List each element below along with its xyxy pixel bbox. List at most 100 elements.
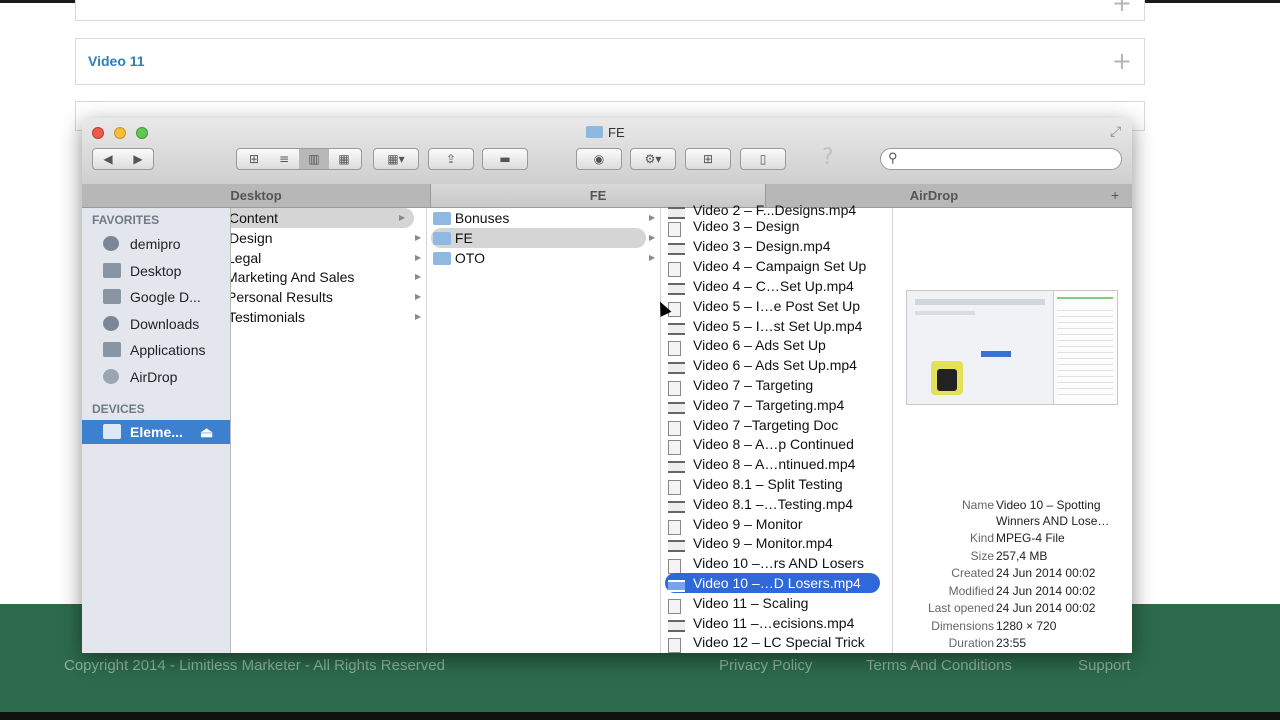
forward-button[interactable]: ▶ (123, 149, 153, 169)
list-item[interactable]: Design ▶ (231, 228, 424, 248)
page-bottom-strip (0, 712, 1280, 720)
list-view-icon[interactable]: ≡ (269, 149, 299, 169)
list-item[interactable]: Testimonials ▶ (231, 307, 423, 327)
list-item[interactable]: Video 6 – Ads Set Up (665, 335, 880, 356)
list-item[interactable]: Video 9 – Monitor.mp4 (665, 533, 880, 553)
list-item[interactable]: Video 8 – A…ntinued.mp4 (665, 454, 880, 474)
document-icon (668, 559, 681, 574)
accordion-item-above[interactable]: + (75, 0, 1145, 21)
video-file-icon (668, 362, 685, 374)
expand-plus-icon[interactable]: + (1112, 49, 1132, 73)
list-item-label: Video 11 – Scaling (693, 595, 809, 611)
list-item[interactable]: Content ▶ (231, 208, 414, 228)
list-item[interactable]: Bonuses ▶ (433, 208, 658, 228)
list-item[interactable]: Marketing And Sales ▶ (231, 267, 421, 287)
sidebar-item-label: Eleme... (130, 424, 183, 440)
list-item-label: Video 7 – Targeting.mp4 (693, 397, 845, 413)
list-item-label: Video 5 – I…st Set Up.mp4 (693, 318, 863, 334)
thumbnail-right-pane (1055, 291, 1117, 404)
sidebar-item-demipro[interactable]: demipro (82, 232, 230, 256)
sidebar-favorites-header: FAVORITES (92, 213, 160, 227)
list-item[interactable]: Video 7 –Targeting Doc (665, 415, 880, 436)
info-label: Modified (948, 584, 994, 598)
column-view-icon[interactable]: ▥ (299, 149, 329, 169)
list-item-label: Testimonials (231, 309, 306, 325)
accordion-label: Video 11 (88, 53, 145, 69)
list-item[interactable]: Video 3 – Design.mp4 (665, 236, 880, 256)
new-tab-plus-icon[interactable]: + (1111, 184, 1119, 206)
action-button[interactable]: ⚙▾ (630, 148, 676, 170)
list-item[interactable]: Video 8.1 –…Testing.mp4 (665, 494, 880, 514)
close-window-button[interactable] (92, 127, 104, 139)
list-item[interactable]: Video 7 – Targeting (665, 375, 880, 396)
list-item[interactable]: Video 9 – Monitor (665, 514, 880, 535)
delete-button[interactable]: ▯ (740, 148, 786, 170)
list-item[interactable]: Video 8.1 – Split Testing (665, 474, 880, 495)
help-icon[interactable]: ? (822, 145, 834, 170)
footer-link-support[interactable]: Support (1078, 657, 1131, 674)
share-button[interactable]: ⇪ (428, 148, 474, 170)
quick-look-button[interactable]: ◉ (576, 148, 622, 170)
info-value: 1280 × 720 (996, 619, 1057, 633)
list-item[interactable]: Video 11 –…ecisions.mp4 (665, 613, 880, 633)
list-item-label: Video 8 – A…ntinued.mp4 (693, 456, 856, 472)
search-input[interactable]: ⚲ (880, 148, 1122, 170)
sidebar-item-label: Downloads (130, 316, 200, 332)
document-icon (668, 599, 681, 614)
finder-sidebar: FAVORITES demipro Desktop Google D... Do… (82, 208, 231, 653)
list-item[interactable]: Legal ▶ (231, 248, 422, 268)
list-item[interactable]: Video 4 – C…Set Up.mp4 (665, 276, 880, 296)
document-icon (668, 480, 681, 495)
list-item-label: Video 6 – Ads Set Up.mp4 (693, 357, 857, 373)
sidebar-item-applications[interactable]: Applications (82, 338, 230, 362)
minimize-window-button[interactable] (114, 127, 126, 139)
list-item-selected[interactable]: Video 10 –…D Losers.mp4 (665, 573, 880, 593)
list-item[interactable]: Video 10 –…rs AND Losers (665, 553, 880, 574)
list-item[interactable]: Personal Results ▶ (231, 287, 422, 307)
video-file-icon (668, 501, 685, 513)
info-value: Video 10 – Spotting (996, 498, 1101, 512)
finder-tabbar: Desktop FE AirDrop + (82, 184, 1132, 208)
list-item[interactable]: Video 8 – A…p Continued (665, 434, 880, 455)
icon-view-icon[interactable]: ⊞ (239, 149, 269, 169)
footer-link-privacy[interactable]: Privacy Policy (719, 657, 812, 674)
list-item[interactable]: Video 3 – Design (665, 216, 880, 237)
trash-icon: ▯ (759, 152, 767, 166)
sidebar-item-google-drive[interactable]: Google D... (82, 285, 230, 309)
sidebar-item-device[interactable]: Eleme... ⏏ (82, 420, 230, 444)
eject-icon[interactable]: ⏏ (200, 420, 213, 444)
list-item[interactable]: Video 5 – I…e Post Set Up (665, 296, 880, 317)
list-item[interactable]: Video 11 – Scaling (665, 593, 880, 614)
expand-plus-icon[interactable]: + (1112, 0, 1132, 15)
list-item[interactable]: Video 7 – Targeting.mp4 (665, 395, 880, 415)
zoom-window-button[interactable] (136, 127, 148, 139)
sidebar-item-downloads[interactable]: Downloads (82, 312, 230, 336)
list-item[interactable]: Video 12 – LC Special Trick (665, 632, 880, 653)
new-folder-button[interactable]: ⊞ (685, 148, 731, 170)
coverflow-view-icon[interactable]: ▦ (329, 149, 359, 169)
info-label: Name (961, 498, 994, 512)
list-item-selected[interactable]: FE ▶ (431, 228, 655, 248)
accordion-item-video-11[interactable]: Video 11 + (75, 38, 1145, 85)
fullscreen-icon[interactable]: ⤢ (1110, 124, 1121, 140)
list-item-label: Personal Results (231, 289, 333, 305)
list-item-label: Video 10 –…rs AND Losers (693, 555, 864, 571)
list-item[interactable]: OTO ▶ (433, 248, 658, 268)
tags-button[interactable]: ▬ (482, 148, 528, 170)
sidebar-item-airdrop[interactable]: AirDrop (82, 365, 230, 389)
document-icon (668, 381, 681, 396)
finder-titlebar: FE ⤢ ◀ ▶ ⊞ ≡ ▥ ▦ ▦▾ ⇪ ▬ ◉ ⚙▾ ⊞ ▯ ? ⚲ (82, 118, 1132, 185)
info-label: Kind (969, 531, 994, 545)
gear-icon: ⚙ (644, 152, 656, 166)
sidebar-item-label: Google D... (130, 289, 201, 305)
list-item[interactable]: Video 4 – Campaign Set Up (665, 256, 880, 277)
arrange-button[interactable]: ▦▾ (373, 148, 419, 170)
back-button[interactable]: ◀ (93, 149, 123, 169)
list-item[interactable]: Video 6 – Ads Set Up.mp4 (665, 355, 880, 375)
tab-desktop[interactable]: Desktop (82, 184, 430, 207)
list-item[interactable]: Video 5 – I…st Set Up.mp4 (665, 316, 880, 336)
search-icon: ⚲ (888, 150, 898, 165)
footer-link-terms[interactable]: Terms And Conditions (866, 657, 1012, 674)
sidebar-item-desktop[interactable]: Desktop (82, 259, 230, 283)
chevron-right-icon: ▶ (415, 312, 422, 321)
